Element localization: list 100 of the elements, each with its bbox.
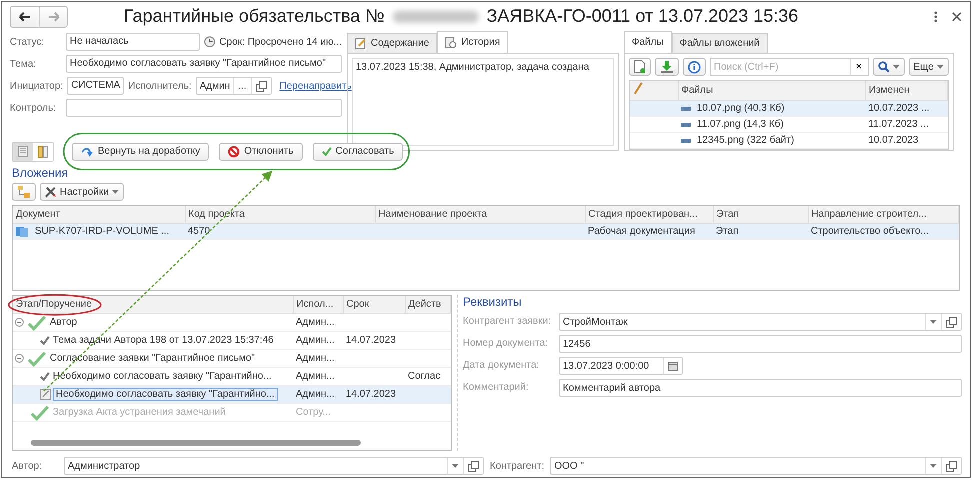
checkmark-icon [30,404,50,421]
table-cell: Админ... [293,386,343,404]
structure-button[interactable] [12,183,36,202]
calendar-icon[interactable] [668,361,678,372]
dropdown-caret-icon[interactable] [937,65,944,70]
task-name: Согласование заявки "Гарантийное письмо" [50,353,256,364]
search-icon[interactable] [878,61,890,74]
deadline-text: Срок: Просрочено 14 ию... [220,36,342,48]
field-label: Дата документа: [463,359,540,374]
file-icon [681,138,691,143]
open-button[interactable] [463,458,483,474]
dropdown-caret-icon[interactable] [930,320,937,324]
field-value: Администратор [67,460,142,472]
tab[interactable]: История [437,31,508,54]
open-icon[interactable] [946,316,957,328]
field-value: СтройМонтаж [562,316,629,328]
tab[interactable]: Файлы [624,31,672,54]
input-field[interactable]: 13.07.2023 0:00:00 [559,357,683,376]
checkmark-icon [27,350,47,367]
field-value: Админ [198,80,232,92]
download-icon[interactable] [660,60,674,74]
file-name: 11.07.png (14,3 Кб) [697,119,784,130]
field-label: Контроль: [10,102,58,114]
tools-icon[interactable] [45,186,57,198]
more-icon[interactable] [934,10,938,23]
column-header: Стадия проектирован... [585,206,713,224]
table-cell: Админ... [293,314,343,332]
column-header: Действ [405,296,450,314]
clock-icon [204,36,216,48]
section-title: Вложения [12,166,70,180]
file-name: 12345.png (322 байт) [697,135,794,146]
topic-field[interactable]: Необходимо согласовать заявку "Гарантийное письмо" [66,55,342,74]
info-icon[interactable] [688,60,701,74]
field-label: Контрагент заявки: [463,315,552,330]
download-button[interactable] [655,58,679,76]
task-name: Тема задачи Автора 198 от 13.07.2023 15:37:46 [53,335,274,346]
table-cell: Строительство объекто... [808,224,958,240]
field-label: Инициатор: [10,80,64,92]
open-button[interactable] [941,458,961,474]
executor-field[interactable]: Админ ... [196,77,272,96]
view-toggle[interactable] [13,142,33,161]
dropdown-caret-icon[interactable] [892,65,900,70]
tab[interactable]: Файлы вложений [672,33,768,54]
add-file-icon[interactable] [634,60,646,74]
info-button[interactable] [683,58,706,76]
table-cell: 10.07.2023 [866,132,948,149]
control-field[interactable] [66,99,342,118]
open-button[interactable] [250,78,271,94]
input-field[interactable]: СтройМонтаж [559,313,962,332]
field-label: Автор: [12,460,44,472]
initiator-field[interactable]: СИСТЕМА [67,77,124,96]
open-button[interactable] [941,314,961,330]
checkmark-icon [322,147,332,156]
table-cell: 14.07.2023 [343,386,405,404]
split-view-icon [38,146,48,158]
dropdown-caret-icon[interactable] [112,190,120,194]
tab[interactable]: Содержание [347,33,438,54]
column-header: Документ [13,206,185,224]
history-entry: 13.07.2023 15:38, Администратор, задача создана [356,62,590,74]
table-cell: 11.07.2023 ... [866,116,948,133]
settings-button[interactable]: Настройки [40,183,124,202]
open-icon[interactable] [468,460,479,472]
section-title: Реквизиты [463,295,523,310]
table-cell: 4570 [185,224,375,240]
pencil-icon [633,82,643,96]
dropdown-caret-icon[interactable] [930,464,937,468]
collapse-icon[interactable] [15,354,24,364]
counterparty-field[interactable]: ООО " [550,457,962,476]
forward-arrow-icon [48,12,60,22]
field-value: 13.07.2023 0:00:00 [562,360,650,372]
more-button[interactable]: Еще [908,58,949,76]
checkmark-icon [27,314,47,331]
calendar-button[interactable] [663,358,682,374]
file-icon [681,106,691,111]
close-icon[interactable] [952,12,962,22]
column-header: Изменен [866,81,948,101]
add-file-button[interactable] [629,58,651,76]
file-icon [681,122,691,127]
structure-icon[interactable] [17,185,31,200]
table-cell: Рабочая документация [585,224,713,240]
author-field[interactable]: Администратор [64,457,484,476]
dropdown-caret-icon[interactable] [452,464,459,468]
collapse-icon[interactable] [15,318,24,328]
window-title: Гарантийные обязательства № [124,6,385,28]
search-field[interactable]: Поиск (Ctrl+F) × [710,58,869,76]
table-cell: Сотру... [293,404,343,422]
status-field[interactable]: Не началась [66,33,200,52]
action-button[interactable]: Вернуть на доработку [72,142,210,161]
search-button[interactable] [872,58,905,76]
clipboard-clock-icon [445,36,458,49]
column-header: Этап [713,206,808,224]
open-icon[interactable] [256,80,267,92]
window-title: ЗАЯВКА-ГО-0011 от 13.07.2023 15:36 [486,6,799,28]
input-field[interactable]: Комментарий автора [559,379,962,398]
action-button[interactable]: Согласовать [312,142,404,161]
action-button[interactable]: Отклонить [219,142,303,161]
redirect-link[interactable]: Перенаправить [280,80,352,92]
open-icon[interactable] [946,460,957,472]
input-field[interactable]: 12456 [559,335,962,354]
table-cell: Админ... [293,350,343,368]
